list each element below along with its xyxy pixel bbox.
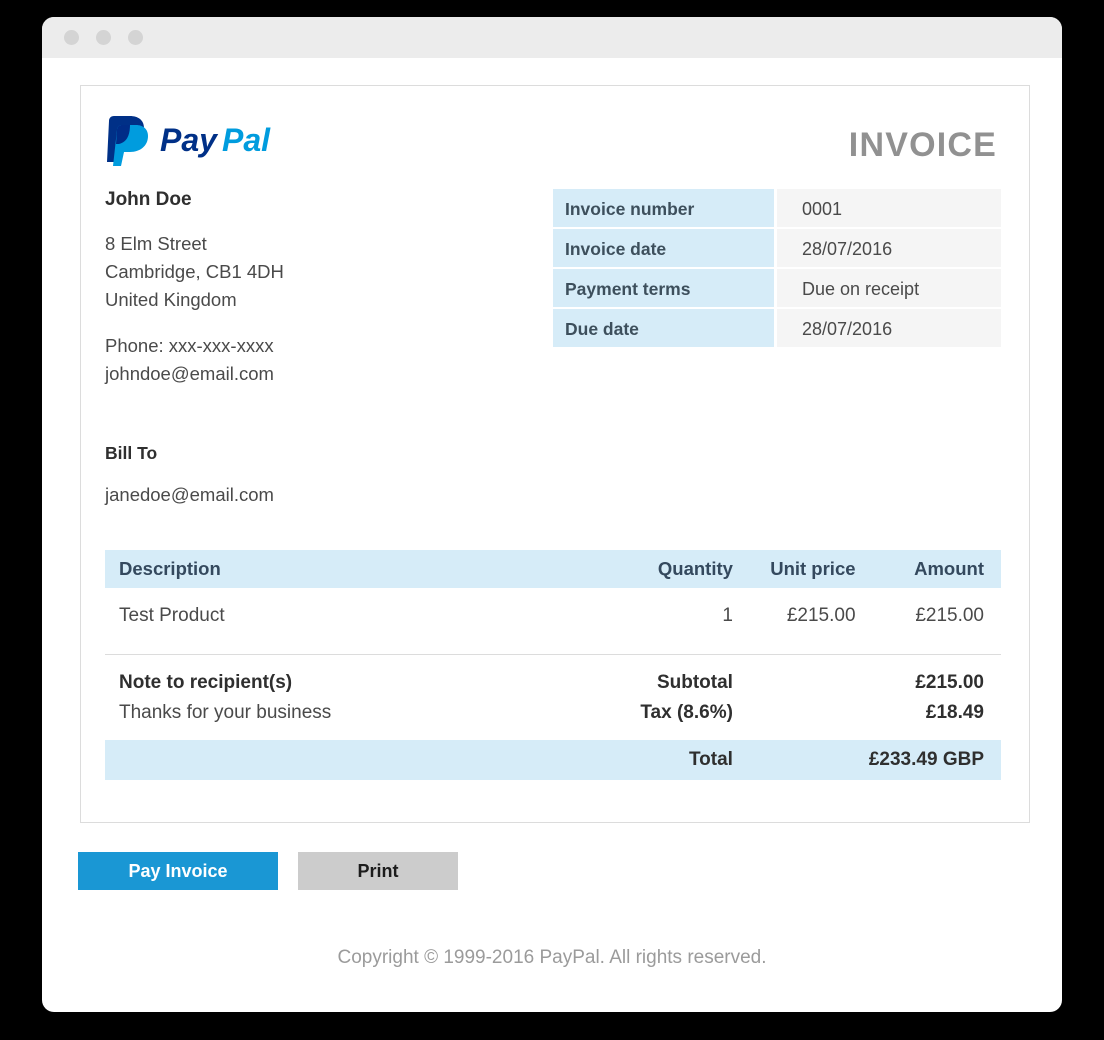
sender-address-line-3: United Kingdom <box>105 289 237 310</box>
sender-email: johndoe@email.com <box>105 363 274 384</box>
bill-to-label: Bill To <box>105 443 158 463</box>
footer-copyright: Copyright © 1999-2016 PayPal. All rights… <box>337 947 767 968</box>
invoice-header: Pay Pal INVOICE <box>105 112 1001 176</box>
sender-column: John Doe 8 Elm Street Cambridge, CB1 4DH… <box>105 189 525 506</box>
print-button[interactable]: Print <box>298 852 458 890</box>
note-text: Thanks for your business <box>119 702 332 723</box>
sender-phone: Phone: xxx-xxx-xxxx <box>105 335 274 356</box>
item-unit-price: £215.00 <box>786 605 856 626</box>
details-row: Invoice date 28/07/2016 <box>553 229 1001 267</box>
subtotal-value: £215.00 <box>915 672 984 693</box>
invoice-details-table: Invoice number 0001 Invoice date 28/07/2… <box>553 189 1001 506</box>
column-header-amount: Amount <box>914 558 984 579</box>
bill-to-block: Bill To janedoe@email.com <box>105 443 525 506</box>
sender-name: John Doe <box>105 189 192 210</box>
svg-text:Pal: Pal <box>222 122 271 158</box>
close-dot-icon[interactable] <box>64 30 79 45</box>
maximize-dot-icon[interactable] <box>128 30 143 45</box>
item-description: Test Product <box>119 605 225 626</box>
bill-to-email: janedoe@email.com <box>105 484 274 505</box>
column-header-quantity: Quantity <box>657 558 733 579</box>
details-row: Due date 28/07/2016 <box>553 309 1001 347</box>
sender-address-line-2: Cambridge, CB1 4DH <box>105 261 284 282</box>
table-row: Test Product 1 £215.00 £215.00 <box>105 596 1001 636</box>
due-date-label: Due date <box>553 309 774 347</box>
invoice-card: Pay Pal INVOICE John Doe 8 Elm Street Ca… <box>80 85 1030 823</box>
address-spacer <box>105 314 525 332</box>
payment-terms-label: Payment terms <box>553 269 774 307</box>
total-label: Total <box>688 749 733 770</box>
total-value: £233.49 GBP <box>868 749 984 770</box>
details-row: Payment terms Due on receipt <box>553 269 1001 307</box>
tax-label: Tax (8.6%) <box>640 702 733 723</box>
paypal-wordmark-icon: Pay Pal <box>160 122 271 158</box>
line-items-header-row: Description Quantity Unit price Amount <box>105 550 1001 588</box>
invoice-date-value: 28/07/2016 <box>777 229 1001 267</box>
column-header-description: Description <box>119 558 221 579</box>
sender-address-line-1: 8 Elm Street <box>105 233 207 254</box>
tax-row: Thanks for your business Tax (8.6%) £18.… <box>105 698 1001 728</box>
paypal-mark-icon <box>107 116 148 166</box>
total-row: Total £233.49 GBP <box>105 740 1001 780</box>
window-titlebar <box>42 17 1062 58</box>
invoice-body-columns: John Doe 8 Elm Street Cambridge, CB1 4DH… <box>105 189 1001 506</box>
totals-section: Note to recipient(s) Subtotal £215.00 Th… <box>105 668 1001 780</box>
subtotal-row: Note to recipient(s) Subtotal £215.00 <box>105 668 1001 698</box>
tax-value: £18.49 <box>925 702 984 723</box>
item-amount: £215.00 <box>915 605 984 626</box>
action-buttons: Pay Invoice Print <box>78 852 458 890</box>
invoice-number-value: 0001 <box>777 189 1001 227</box>
payment-terms-value: Due on receipt <box>777 269 1001 307</box>
due-date-value: 28/07/2016 <box>777 309 1001 347</box>
page-title: INVOICE <box>848 126 997 164</box>
minimize-dot-icon[interactable] <box>96 30 111 45</box>
invoice-date-label: Invoice date <box>553 229 774 267</box>
column-header-unit-price: Unit price <box>770 558 856 579</box>
note-title: Note to recipient(s) <box>119 672 293 693</box>
details-row: Invoice number 0001 <box>553 189 1001 227</box>
invoice-number-label: Invoice number <box>553 189 774 227</box>
table-divider <box>105 654 1001 655</box>
svg-text:Pay: Pay <box>160 122 219 158</box>
paypal-logo: Pay Pal <box>105 112 312 167</box>
pay-invoice-button[interactable]: Pay Invoice <box>78 852 278 890</box>
browser-window: Pay Pal INVOICE John Doe 8 Elm Street Ca… <box>42 17 1062 1012</box>
subtotal-label: Subtotal <box>656 672 733 693</box>
item-quantity: 1 <box>722 605 733 626</box>
line-items-table: Description Quantity Unit price Amount T… <box>105 550 1001 655</box>
